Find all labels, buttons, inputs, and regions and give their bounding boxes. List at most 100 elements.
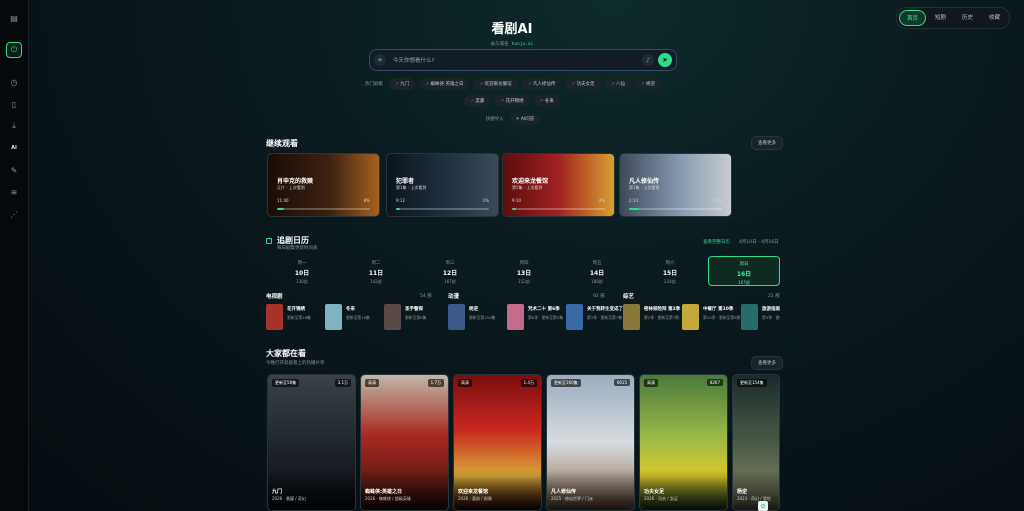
poster-meta: 2026 · 蜘蛛侠 / 超级英雄 xyxy=(365,496,411,501)
brush-icon[interactable]: ✎ xyxy=(6,162,22,178)
hot-label: 热门剧集 xyxy=(365,82,384,87)
day-count: 152部 xyxy=(518,279,530,284)
calendar-day-today[interactable]: 周日 16日 167部 xyxy=(708,256,780,286)
calendar-day[interactable]: 周一 10日 130部 xyxy=(266,256,338,286)
calendar-day[interactable]: 周四 13日 152部 xyxy=(488,256,560,286)
search-input[interactable]: 今天你想看什么? xyxy=(393,56,642,64)
calendar-range: 4月10日 - 4月16日 xyxy=(739,240,779,245)
calendar-sub: 每日剧集更新时间表 xyxy=(277,246,318,251)
calendar-item[interactable]: 旅游指南第3季 · 更新至第3期 xyxy=(741,304,780,332)
poster-card[interactable]: 高清 8267 功夫女足 2026 · 功夫 / 女足 xyxy=(639,374,728,511)
mic-icon[interactable]: ♪ xyxy=(642,54,654,66)
progress-bar xyxy=(512,208,605,210)
continue-card[interactable]: 犯罪者 第1集 · 上次看到 9:12 1% xyxy=(386,153,499,217)
hot-chip[interactable]: 度藤 xyxy=(464,95,491,107)
hot-chip[interactable]: 九门 xyxy=(389,78,416,90)
calendar-item[interactable]: 关于我转生变成了史莱姆第3季 · 更新至第7集 xyxy=(566,304,627,332)
hot-chip[interactable]: 杨逆 xyxy=(634,78,661,90)
continue-card-time: 2:14 xyxy=(629,198,638,203)
poster-title: 蜘蛛侠:英雄之日 xyxy=(365,489,403,495)
domain-url[interactable]: kanju.ai xyxy=(512,42,534,47)
day-count: 188部 xyxy=(591,279,603,284)
day-weekday: 周五 xyxy=(592,261,602,266)
continue-title: 继续观看 xyxy=(266,139,298,148)
poster-card[interactable]: 高清 1.7万 蜘蛛侠:英雄之日 2026 · 蜘蛛侠 / 超级英雄 xyxy=(360,374,449,511)
popular-more-button[interactable]: 查看更多 xyxy=(751,356,783,370)
poster-title: 凡人修仙传 xyxy=(551,489,577,495)
calendar-day[interactable]: 周三 12日 167部 xyxy=(414,256,486,286)
ai-icon[interactable]: AI xyxy=(6,140,22,156)
hot-chip[interactable]: 功夫女足 xyxy=(565,78,601,90)
continue-card-pct: 4% xyxy=(598,198,605,203)
poster-card[interactable]: 更新至154集 杨逆 2023 · 奇幻 / 冒险 xyxy=(732,374,780,511)
day-weekday: 周四 xyxy=(519,261,529,266)
hot-chip[interactable]: 八仙 xyxy=(604,78,631,90)
hot-chip[interactable]: 凡人修仙传 xyxy=(521,78,562,90)
ai-chat-chip[interactable]: AI问答 xyxy=(509,113,541,125)
continue-card[interactable]: 肖申克的救赎 正片 · 上次看到 11:40 8% xyxy=(267,153,380,217)
item-episode: 第3季 · 更新至第3期 xyxy=(762,315,780,320)
domain-line: 永久域名 kanju.ai xyxy=(0,41,1024,47)
poster-title: 杨逆 xyxy=(737,489,748,495)
poster-card[interactable]: 更新至160集 6615 凡人修仙传 2025 · 修仙世界 / 门派 xyxy=(546,374,635,511)
hot-chip[interactable]: 冬来 xyxy=(533,95,560,107)
poster-count: 6615 xyxy=(613,379,630,386)
continue-card-time: 11:40 xyxy=(277,198,289,203)
item-thumbnail xyxy=(507,304,524,330)
continue-more-button[interactable]: 查看更多 xyxy=(751,136,783,150)
hot-chip[interactable]: 蜘蛛侠:英雄之日 xyxy=(419,78,470,90)
share-icon[interactable]: ⋰ xyxy=(6,206,22,222)
poster-tag: 高清 xyxy=(644,379,658,387)
continue-card-title: 犯罪者 xyxy=(396,178,415,185)
filter-icon[interactable]: ≋ xyxy=(6,184,22,200)
poster-count: 1.4万 xyxy=(520,379,537,387)
domain-label: 永久域名 xyxy=(490,42,509,47)
calendar-full-link[interactable]: 查看完整日历 xyxy=(703,239,730,245)
progress-fill xyxy=(396,208,400,210)
item-title: 旅游指南 xyxy=(762,307,780,312)
item-title: 咒术二十 第6季 xyxy=(528,307,560,312)
day-count: 167部 xyxy=(738,280,750,285)
calendar-item[interactable]: 杨逆 更新至第154集 xyxy=(448,304,508,332)
app-badge-icon[interactable]: ✿ xyxy=(758,501,768,511)
item-title: 杨逆 xyxy=(469,307,478,312)
day-date: 12日 xyxy=(442,270,458,277)
calendar-day[interactable]: 周二 11日 142部 xyxy=(340,256,412,286)
poster-tag: 更新至154集 xyxy=(737,379,767,387)
continue-card[interactable]: 欢迎来龙餐馆 第5集 · 上次看到 9:10 4% xyxy=(502,153,615,217)
poster-title: 功夫女足 xyxy=(644,489,665,495)
poster-count: 8267 xyxy=(706,379,723,386)
poster-card[interactable]: 更新至58集 3.1万 九门 2026 · 悬疑 / 奇幻 xyxy=(267,374,356,511)
calendar-item[interactable]: 花开锦绣 更新至第18集 xyxy=(266,304,326,332)
item-episode: 第6季 · 更新至第5集 xyxy=(528,315,564,320)
calendar-day[interactable]: 周六 15日 234部 xyxy=(634,256,706,286)
poster-meta: 2026 · 功夫 / 女足 xyxy=(644,496,678,501)
hot-chip[interactable]: 欢迎来龙餐馆 xyxy=(473,78,518,90)
add-icon[interactable]: + xyxy=(374,54,386,66)
item-title: 中餐厅 第10季 xyxy=(703,307,734,312)
continue-card-pct: 1% xyxy=(482,198,489,203)
category-count: 21 部 xyxy=(768,294,780,299)
page-title: 看剧AI xyxy=(491,22,533,37)
calendar-item[interactable]: 圣手警探 更新至第6集 xyxy=(384,304,444,332)
poster-meta: 2026 · 悬疑 / 奇幻 xyxy=(272,496,306,501)
continue-card-pct: 8% xyxy=(363,198,370,203)
poster-meta: 2026 · 喜剧 / 剧情 xyxy=(458,496,492,501)
item-episode: 第3季 · 更新至第7集 xyxy=(587,315,623,320)
progress-fill xyxy=(277,208,285,210)
send-icon[interactable]: ➤ xyxy=(658,53,672,67)
calendar-item[interactable]: 中餐厅 第10季 第10季 · 更新至第6期下 xyxy=(682,304,743,332)
item-title: 圣手警探 xyxy=(405,307,423,312)
day-date: 14日 xyxy=(589,270,605,277)
day-date: 10日 xyxy=(294,270,310,277)
day-count: 142部 xyxy=(370,279,382,284)
calendar-day[interactable]: 周五 14日 188部 xyxy=(561,256,633,286)
poster-card[interactable]: 高清 1.4万 欢迎来龙餐馆 2026 · 喜剧 / 剧情 xyxy=(453,374,542,511)
continue-card[interactable]: 凡人修仙传 第1集 · 上次看到 2:14 11% xyxy=(619,153,732,217)
hot-chip[interactable]: 花开锦绣 xyxy=(494,95,530,107)
continue-card-sub: 正片 · 上次看到 xyxy=(277,185,305,190)
calendar-item[interactable]: 冬来 更新至第16集 xyxy=(325,304,385,332)
hot-row-1: 热门剧集 九门 蜘蛛侠:英雄之日 欢迎来龙餐馆 凡人修仙传 功夫女足 八仙 杨逆 xyxy=(0,78,1024,90)
calendar-item[interactable]: 密林探险拜 第2季 第2季 · 更新至第7期 xyxy=(623,304,683,332)
calendar-item[interactable]: 咒术二十 第6季 第6季 · 更新至第5集 xyxy=(507,304,567,332)
